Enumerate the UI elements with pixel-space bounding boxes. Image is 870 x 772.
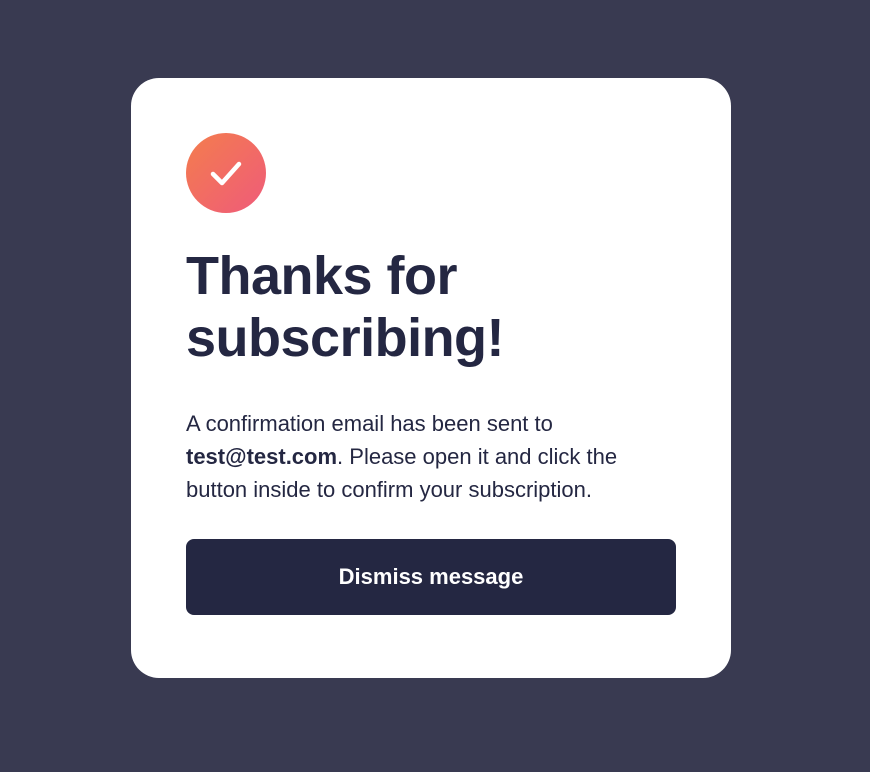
- message-prefix: A confirmation email has been sent to: [186, 411, 553, 436]
- confirmation-message: A confirmation email has been sent to te…: [186, 407, 666, 506]
- subscriber-email: test@test.com: [186, 444, 338, 469]
- success-title: Thanks for subscribing!: [186, 246, 505, 368]
- checkmark-icon: [186, 133, 266, 213]
- success-card: Thanks for subscribing! A confirmation e…: [131, 78, 731, 678]
- checkmark-icon-glyph: [210, 161, 242, 186]
- dismiss-message-button[interactable]: Dismiss message: [186, 539, 676, 615]
